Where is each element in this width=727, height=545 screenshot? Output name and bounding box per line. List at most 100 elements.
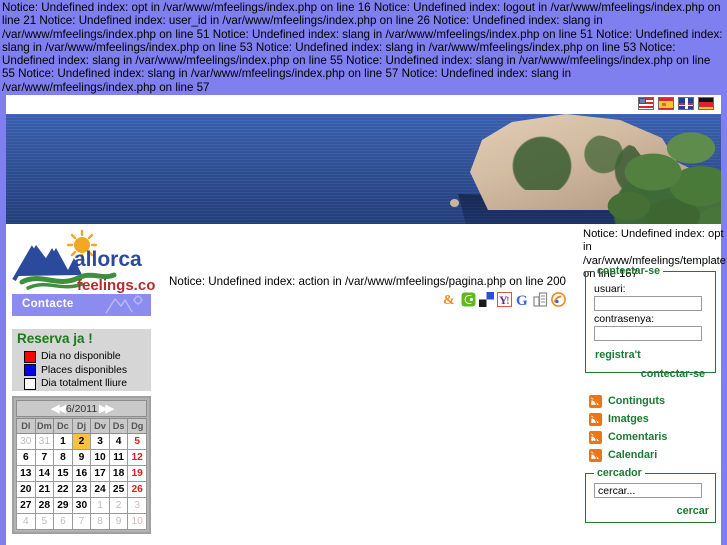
site-logo[interactable]: allorca feelings.com	[6, 228, 156, 294]
english-flag-icon[interactable]	[638, 97, 654, 110]
calendar-day: 10	[127, 513, 147, 530]
php-notice-center: Notice: Undefined index: action in /var/…	[169, 275, 567, 288]
language-bar	[6, 95, 721, 114]
rss-feed-calendari[interactable]: Calendari	[589, 446, 721, 464]
reserva-title: Reserva ja !	[17, 331, 93, 346]
feed-icon[interactable]	[551, 292, 566, 307]
calendar-day[interactable]: 28	[34, 497, 55, 514]
svg-text:G: G	[516, 293, 528, 307]
register-link[interactable]: registra't	[595, 349, 709, 361]
calendar-day[interactable]: 30	[71, 497, 92, 514]
rss-feed-label: Continguts	[608, 395, 665, 407]
pine-trees	[541, 124, 721, 224]
legend-label: Places disponibles	[41, 364, 128, 376]
calendar-day[interactable]: 16	[71, 465, 92, 482]
rss-icon	[589, 448, 602, 462]
calendar-day[interactable]: 15	[53, 465, 73, 482]
calendar-day[interactable]: 29	[53, 497, 73, 514]
calendar-day[interactable]: 12	[127, 449, 147, 466]
legend-item: Dia totalment lliure	[24, 377, 127, 391]
calendar-day: 1	[90, 497, 110, 514]
calendar-day: 30	[16, 433, 36, 450]
calendar-day[interactable]: 4	[108, 433, 129, 450]
calendar-week-row: 27 28 29 30 1 2 3	[16, 497, 147, 514]
search-box: cercador cercar	[585, 467, 716, 523]
google-icon[interactable]: G	[515, 292, 530, 309]
calendar-day[interactable]: 1	[53, 433, 73, 450]
search-submit-link[interactable]: cercar	[592, 505, 709, 517]
content-area: allorca feelings.com Contacte	[6, 224, 727, 545]
calendar-prev-button[interactable]: ◀◀	[51, 402, 66, 415]
rss-feed-continguts[interactable]: Continguts	[589, 392, 721, 410]
svg-text:!: !	[506, 295, 510, 307]
rss-feed-comentaris[interactable]: Comentaris	[589, 428, 721, 446]
calendar-day[interactable]: 8	[53, 449, 73, 466]
calendar-header: ◀◀ 6/2011 ▶▶	[16, 400, 147, 417]
rss-feed-label: Calendari	[608, 449, 658, 461]
delicious-icon[interactable]	[479, 292, 494, 307]
calendar-day[interactable]: 25	[108, 481, 129, 498]
spanish-flag-icon[interactable]	[658, 97, 674, 110]
left-sidebar: allorca feelings.com Contacte	[6, 224, 156, 534]
calendar-weekday: Dl	[16, 418, 36, 434]
calendar-day[interactable]: 5	[127, 433, 147, 450]
rss-feed-imatges[interactable]: Imatges	[589, 410, 721, 428]
login-submit-link[interactable]: contectar-se	[592, 368, 705, 380]
calendar-day[interactable]: 18	[108, 465, 129, 482]
nav-item-contacte[interactable]: Contacte	[22, 298, 74, 310]
main-nav: Contacte	[12, 294, 151, 316]
calendar-month-label: 6/2011	[65, 402, 98, 415]
misterwong-icon[interactable]: &	[443, 292, 458, 308]
calendar-week-row: 20 21 22 23 24 25 26	[16, 481, 147, 498]
page-root: Notice: Undefined index: opt in /var/www…	[0, 0, 727, 545]
calendar-day[interactable]: 14	[34, 465, 55, 482]
username-input[interactable]	[594, 296, 702, 311]
svg-text:&: &	[443, 293, 455, 307]
calendar-day[interactable]: 19	[127, 465, 147, 482]
yahoo-icon[interactable]: Y !	[497, 292, 512, 307]
calendar-day[interactable]: 24	[90, 481, 110, 498]
search-legend: cercador	[597, 467, 642, 479]
hero-banner-image	[6, 114, 721, 224]
rss-feed-list: Continguts Imatges Comentaris Calendari	[589, 392, 721, 464]
svg-text:allorca: allorca	[74, 248, 142, 271]
calendar-day[interactable]: 11	[108, 449, 129, 466]
calendar-day[interactable]: 3	[90, 433, 110, 450]
digg-icon[interactable]	[533, 292, 548, 307]
calendar-day[interactable]: 17	[90, 465, 110, 482]
calendar-weekday: Dm	[34, 418, 55, 434]
calendar-day[interactable]: 7	[34, 449, 55, 466]
search-input[interactable]	[594, 483, 702, 498]
british-flag-icon[interactable]	[678, 97, 694, 110]
calendar-day: 7	[71, 513, 92, 530]
calendar-day[interactable]: 10	[90, 449, 110, 466]
calendar-week-row: 30 31 1 2 3 4 5	[16, 433, 147, 450]
calendar-day[interactable]: 21	[34, 481, 55, 498]
calendar-day-selected[interactable]: 2	[71, 433, 92, 450]
calendar-day[interactable]: 26	[127, 481, 147, 498]
calendar-day[interactable]: 22	[53, 481, 73, 498]
calendar-body: 30 31 1 2 3 4 5 6 7 8 9 10 11 12 13 14 15 16 17 18 19 20 21 22 2…	[16, 433, 147, 530]
calendar-week-row: 4 5 6 7 8 9 10	[16, 513, 147, 530]
login-box: contectar-se usuari: contrasenya: regist…	[585, 265, 716, 380]
calendar-day[interactable]: 27	[16, 497, 36, 514]
calendar-next-button[interactable]: ▶▶	[99, 402, 114, 415]
calendar-day[interactable]: 23	[71, 481, 92, 498]
calendar-week-row: 6 7 8 9 10 11 12	[16, 449, 147, 466]
legend-label: Dia totalment lliure	[41, 378, 128, 390]
calendar-day[interactable]: 9	[71, 449, 92, 466]
password-input[interactable]	[594, 326, 702, 341]
buoy	[450, 199, 459, 207]
german-flag-icon[interactable]	[698, 97, 714, 110]
center-content: Notice: Undefined index: action in /var/…	[161, 224, 576, 545]
calendar-day: 8	[90, 513, 110, 530]
calendar-grid: Dl Dm Dc Dj Dv Ds Dg 30 31 1 2 3 4 5 6 7 8 9 10 11 12…	[16, 418, 147, 530]
booking-calendar: ◀◀ 6/2011 ▶▶ Dl Dm Dc Dj Dv Ds Dg 30 31 …	[12, 396, 151, 534]
calendar-day[interactable]: 13	[16, 465, 36, 482]
calendar-day: 9	[108, 513, 129, 530]
login-legend: contectar-se	[597, 265, 660, 277]
calendar-day[interactable]: 20	[16, 481, 36, 498]
legend-swatch-places	[24, 364, 36, 377]
calendar-day[interactable]: 6	[16, 449, 36, 466]
yigg-icon[interactable]	[461, 292, 476, 307]
